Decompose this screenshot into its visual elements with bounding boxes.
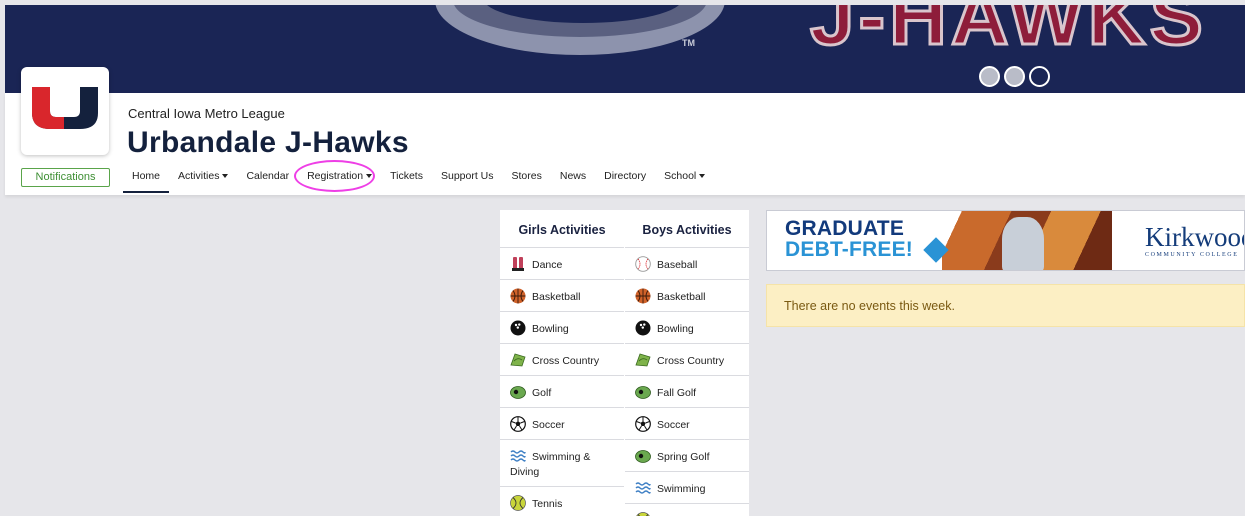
nav-item-label: Registration <box>307 170 364 182</box>
activity-label: Spring Golf <box>657 451 710 463</box>
nav-item-label: School <box>664 170 697 182</box>
ad-brand: Kirkwood <box>1145 222 1245 252</box>
activity-label: Cross Country <box>657 355 725 367</box>
main-nav: Home Activities Calendar Registration Ticket… <box>123 160 714 193</box>
activities-menu: Girls Activities Dance Basketball Bowling C… <box>500 210 749 516</box>
bowling-icon <box>635 320 651 336</box>
school-logo[interactable] <box>21 67 109 155</box>
girls-activity-tennis[interactable]: Tennis <box>500 487 624 516</box>
nav-item-label: Tickets <box>390 170 423 182</box>
u-logo-icon <box>32 87 98 129</box>
site-header: Central Iowa Metro League Urbandale J-Ha… <box>5 67 1245 195</box>
basketball-icon <box>510 288 526 304</box>
soccer-icon <box>635 416 651 432</box>
tennis-icon <box>510 495 526 511</box>
slider-pagination <box>979 66 1050 87</box>
activity-label: Bowling <box>657 323 694 335</box>
banner-wordmark: J-HAWKS <box>809 5 1207 63</box>
activity-label: Fall Golf <box>657 387 697 399</box>
boys-activities-heading: Boys Activities <box>625 210 749 248</box>
caret-down-icon <box>222 174 229 178</box>
league-name: Central Iowa Metro League <box>128 106 285 121</box>
girls-activity-soccer[interactable]: Soccer <box>500 408 624 440</box>
boys-activity-soccer[interactable]: Soccer <box>625 408 749 440</box>
boys-activity-cross-country[interactable]: Cross Country <box>625 344 749 376</box>
basketball-icon <box>635 288 651 304</box>
nav-item-label: Calendar <box>246 170 290 182</box>
nav-item-label: Stores <box>511 170 542 182</box>
boys-activity-tennis[interactable]: Tennis <box>625 504 749 516</box>
girls-activity-cross-country[interactable]: Cross Country <box>500 344 624 376</box>
nav-item-registration[interactable]: Registration <box>294 160 381 193</box>
nav-item-tickets[interactable]: Tickets <box>381 163 432 193</box>
nav-item-stores[interactable]: Stores <box>503 163 551 193</box>
page-title: Urbandale J-Hawks <box>127 126 409 159</box>
cross-country-icon <box>635 352 651 368</box>
ad-brand-sub: COMMUNITY COLLEGE <box>1145 252 1239 258</box>
boys-activity-swimming[interactable]: Swimming <box>625 472 749 504</box>
ad-headline-line2: DEBT-FREE! <box>785 238 913 261</box>
hero-banner: TM J-HAWKS <box>5 5 1245 93</box>
golf-icon <box>635 448 651 464</box>
nav-item-label: News <box>559 170 587 182</box>
activity-label: Bowling <box>532 323 569 335</box>
ad-photo <box>942 211 1112 270</box>
activity-label: Soccer <box>657 419 690 431</box>
girls-activity-bowling[interactable]: Bowling <box>500 312 624 344</box>
swimming-icon <box>635 480 651 496</box>
activity-label: Cross Country <box>532 355 600 367</box>
girls-activity-swimming-diving[interactable]: Swimming & Diving <box>500 440 624 487</box>
activity-label: Basketball <box>532 291 581 303</box>
activity-label: Soccer <box>532 419 565 431</box>
boys-activity-bowling[interactable]: Bowling <box>625 312 749 344</box>
bowling-icon <box>510 320 526 336</box>
golf-icon <box>510 384 526 400</box>
nav-item-news[interactable]: News <box>551 163 595 193</box>
girls-activity-basketball[interactable]: Basketball <box>500 280 624 312</box>
ad-headline-line1: GRADUATE <box>785 217 905 240</box>
slider-dot-1[interactable] <box>979 66 1000 87</box>
activity-label: Swimming <box>657 483 706 495</box>
activity-label: Dance <box>532 259 563 271</box>
activity-label: Golf <box>532 387 552 399</box>
girls-activities-column: Girls Activities Dance Basketball Bowling C… <box>500 210 624 516</box>
girls-activity-dance[interactable]: Dance <box>500 248 624 280</box>
trademark-mark: TM <box>682 38 695 48</box>
slider-dot-2[interactable] <box>1004 66 1025 87</box>
boys-activity-spring-golf[interactable]: Spring Golf <box>625 440 749 472</box>
notifications-button[interactable]: Notifications <box>21 168 110 187</box>
boys-activities-column: Boys Activities Baseball Basketball Bowlin… <box>625 210 749 516</box>
ad-headline: GRADUATE DEBT-FREE! <box>785 218 913 260</box>
nav-item-label: Directory <box>604 170 647 182</box>
tennis-icon <box>635 512 651 516</box>
no-events-alert: There are no events this week. <box>766 284 1245 327</box>
boys-activity-fall-golf[interactable]: Fall Golf <box>625 376 749 408</box>
soccer-icon <box>510 416 526 432</box>
caret-down-icon <box>366 174 373 178</box>
nav-item-school[interactable]: School <box>655 163 714 193</box>
girls-activities-heading: Girls Activities <box>500 210 624 248</box>
boys-activity-baseball[interactable]: Baseball <box>625 248 749 280</box>
activity-label: Basketball <box>657 291 706 303</box>
nav-item-label: Home <box>132 170 161 182</box>
slider-dot-3[interactable] <box>1029 66 1050 87</box>
girls-activity-golf[interactable]: Golf <box>500 376 624 408</box>
nav-item-label: Support Us <box>440 170 494 182</box>
nav-item-label: Activities <box>178 170 220 182</box>
nav-item-home[interactable]: Home <box>123 163 170 193</box>
nav-item-support-us[interactable]: Support Us <box>432 163 503 193</box>
baseball-icon <box>635 256 651 272</box>
cross-country-icon <box>510 352 526 368</box>
dance-icon <box>510 256 526 272</box>
swimming-icon <box>510 448 526 464</box>
caret-down-icon <box>699 174 706 178</box>
activity-label: Baseball <box>657 259 698 271</box>
nav-item-calendar[interactable]: Calendar <box>237 163 298 193</box>
boys-activity-basketball[interactable]: Basketball <box>625 280 749 312</box>
kirkwood-ad-banner[interactable]: GRADUATE DEBT-FREE! Kirkwood COMMUNITY C… <box>766 210 1245 271</box>
nav-item-activities[interactable]: Activities <box>169 163 237 193</box>
golf-icon <box>635 384 651 400</box>
nav-item-directory[interactable]: Directory <box>595 163 655 193</box>
activity-label: Tennis <box>532 498 563 510</box>
